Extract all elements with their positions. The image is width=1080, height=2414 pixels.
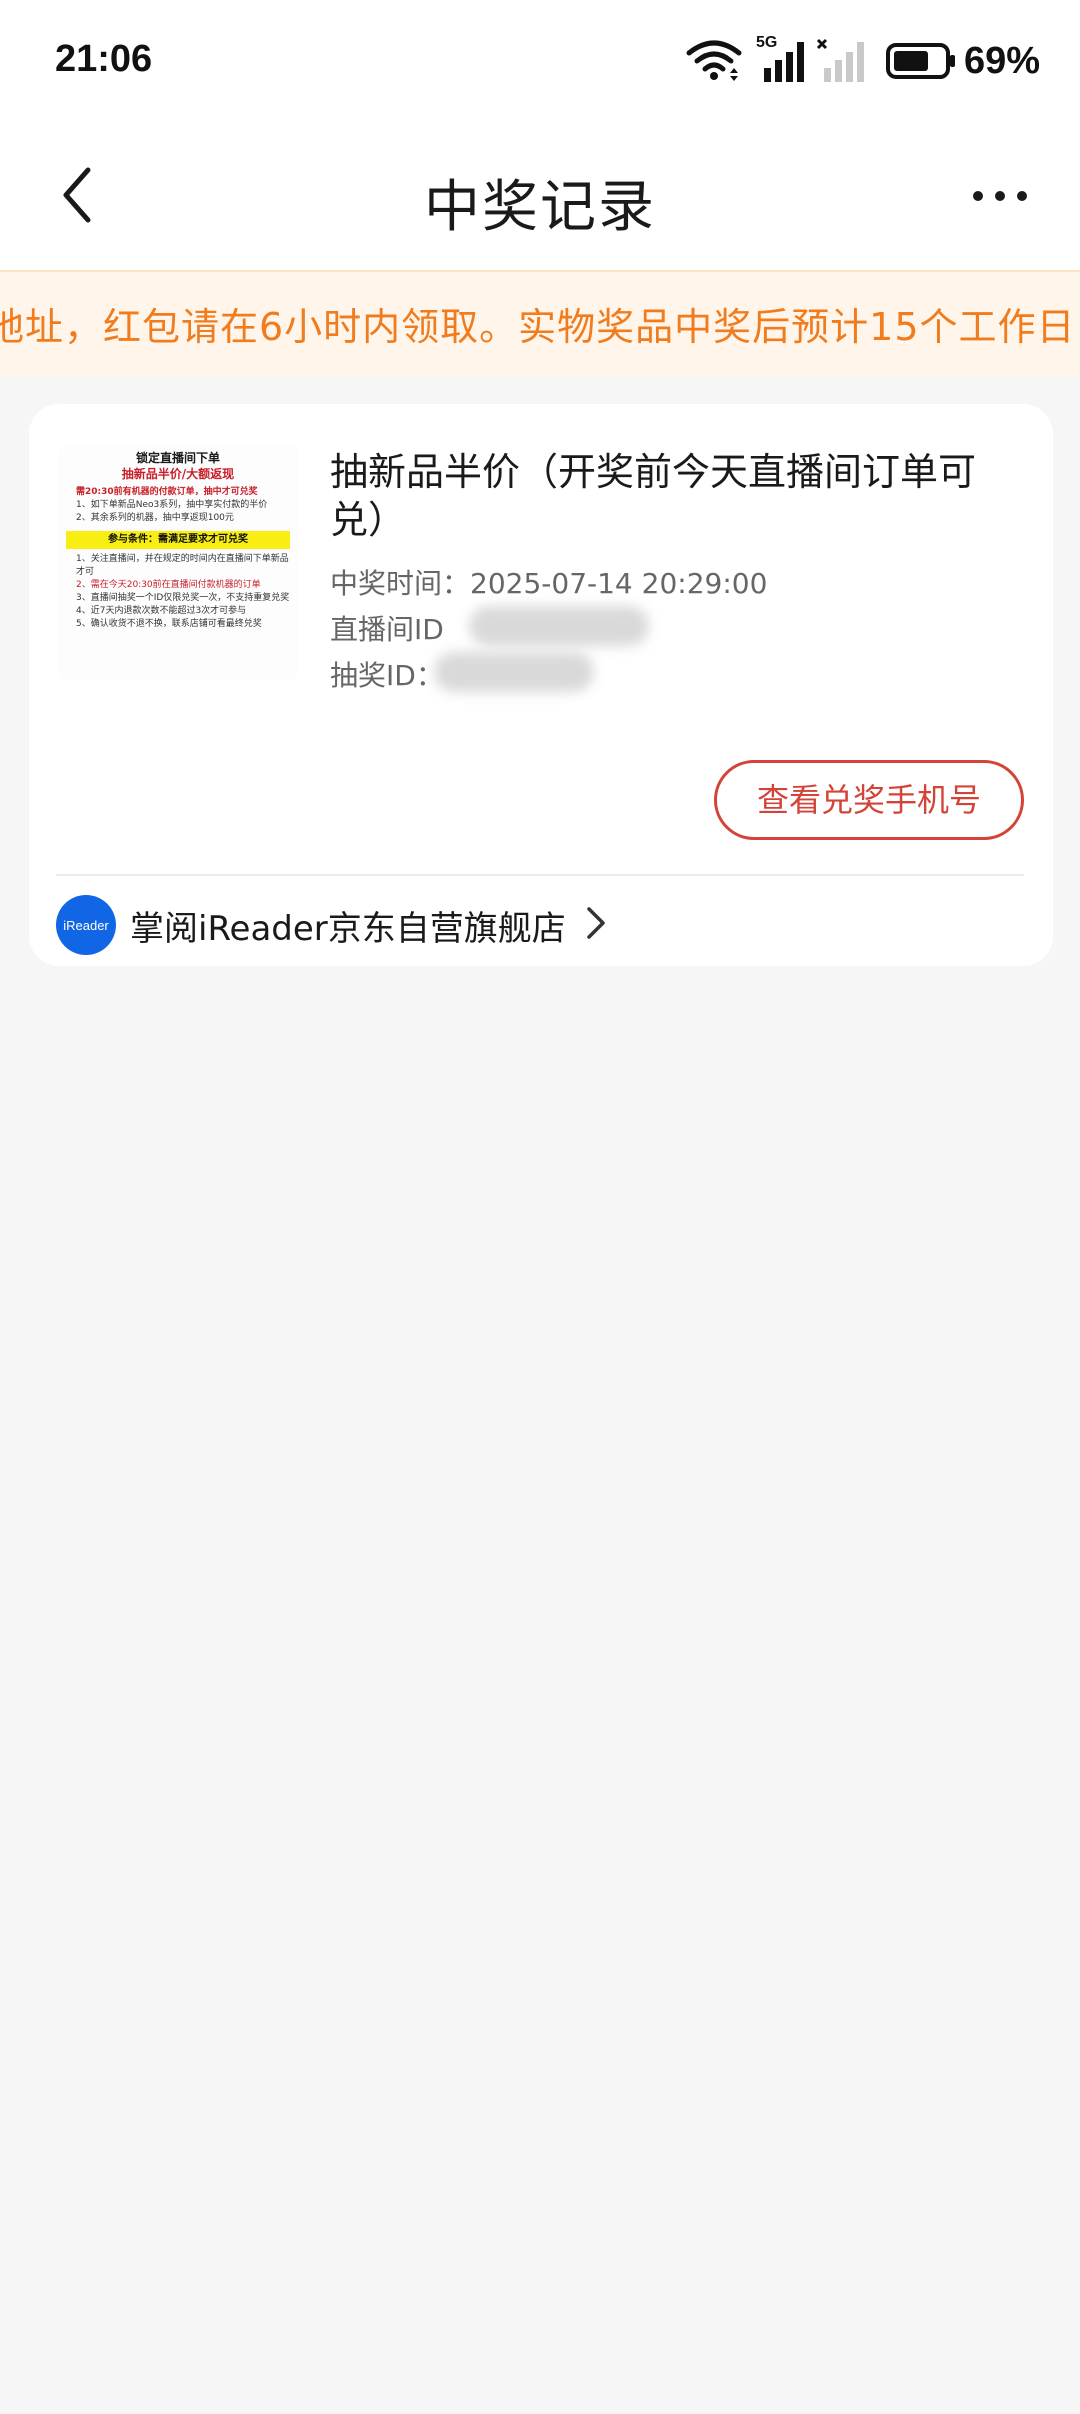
status-bar: 21:06 5G 69% — [0, 0, 1080, 130]
thumb-subtitle: 抽新品半价/大额返现 — [121, 467, 235, 481]
win-time-label: 中奖时间： — [330, 567, 471, 600]
shop-link[interactable]: iReader 掌阅iReader京东自营旗舰店 — [56, 888, 608, 962]
thumb-condition: 2、需在今天20:30前在直播间付款机器的订单 — [76, 580, 261, 590]
more-dots-icon — [973, 191, 1027, 201]
thumb-item: 2、其余系列的机器，抽中享返现100元 — [76, 513, 234, 523]
thumb-condition: 4、近7天内退款次数不能超过3次才可参与 — [76, 606, 247, 616]
thumb-condition: 5、确认收货不退不换，联系店铺可看最终兑奖 — [76, 619, 262, 629]
thumb-item: 1、如下单新品Neo3系列，抽中享实付款的半价 — [76, 500, 268, 510]
wifi-icon — [686, 39, 742, 83]
notice-text: 地址，红包请在6小时内领取。实物奖品中奖后预计15个工作日 — [0, 305, 1076, 349]
battery-percent: 69% — [963, 39, 1040, 82]
live-room-id-label: 直播间ID — [330, 613, 444, 646]
prize-title: 抽新品半价（开奖前今天直播间订单可兑） — [330, 450, 977, 542]
prize-thumbnail: 锁定直播间下单 抽新品半价/大额返现 需20:30前有机器的付款订单，抽中才可兑… — [58, 444, 298, 680]
redacted-live-room-id — [469, 606, 649, 646]
chevron-right-icon — [584, 905, 608, 945]
win-time-value: 2025-07-14 20:29:00 — [470, 567, 768, 600]
navigation-bar: 中奖记录 — [0, 130, 1080, 270]
signal-5g-icon: 5G — [756, 34, 804, 84]
thumb-condition: 3、直播间抽奖一个ID仅限兑奖一次，不支持重复兑奖 — [76, 593, 290, 603]
network-label: 5G — [755, 34, 778, 51]
thumb-condition: 1、关注直播间，并在规定的时间内在直播间下单新品才可 — [76, 554, 289, 577]
battery-icon — [885, 43, 956, 79]
thumb-rule: 需20:30前有机器的付款订单，抽中才可兑奖 — [76, 487, 258, 497]
thumb-condition-banner: 参与条件：需满足要求才可兑奖 — [66, 531, 290, 549]
lottery-id-label: 抽奖ID： — [330, 659, 444, 692]
page-title: 中奖记录 — [424, 175, 656, 240]
more-button[interactable] — [960, 170, 1040, 230]
signal-no-service-icon — [816, 38, 864, 84]
notice-banner: 地址，红包请在6小时内领取。实物奖品中奖后预计15个工作日 — [0, 270, 1080, 376]
status-icons: 5G 69% — [686, 34, 1040, 86]
win-time-row: 中奖时间：2025-07-14 20:29:00 — [330, 562, 767, 602]
prize-record-card[interactable]: 锁定直播间下单 抽新品半价/大额返现 需20:30前有机器的付款订单，抽中才可兑… — [29, 404, 1053, 966]
redacted-lottery-id — [434, 652, 594, 692]
shop-logo: iReader — [56, 895, 116, 955]
shop-logo-text: iReader — [63, 917, 109, 933]
live-room-id-row: 直播间ID — [330, 608, 444, 648]
thumb-title: 锁定直播间下单 — [135, 451, 220, 465]
view-claim-phone-button[interactable]: 查看兑奖手机号 — [714, 760, 1024, 840]
lottery-id-row: 抽奖ID： — [330, 654, 444, 694]
status-time: 21:06 — [55, 38, 153, 80]
card-divider — [56, 874, 1024, 876]
shop-name: 掌阅iReader京东自营旗舰店 — [130, 908, 566, 949]
